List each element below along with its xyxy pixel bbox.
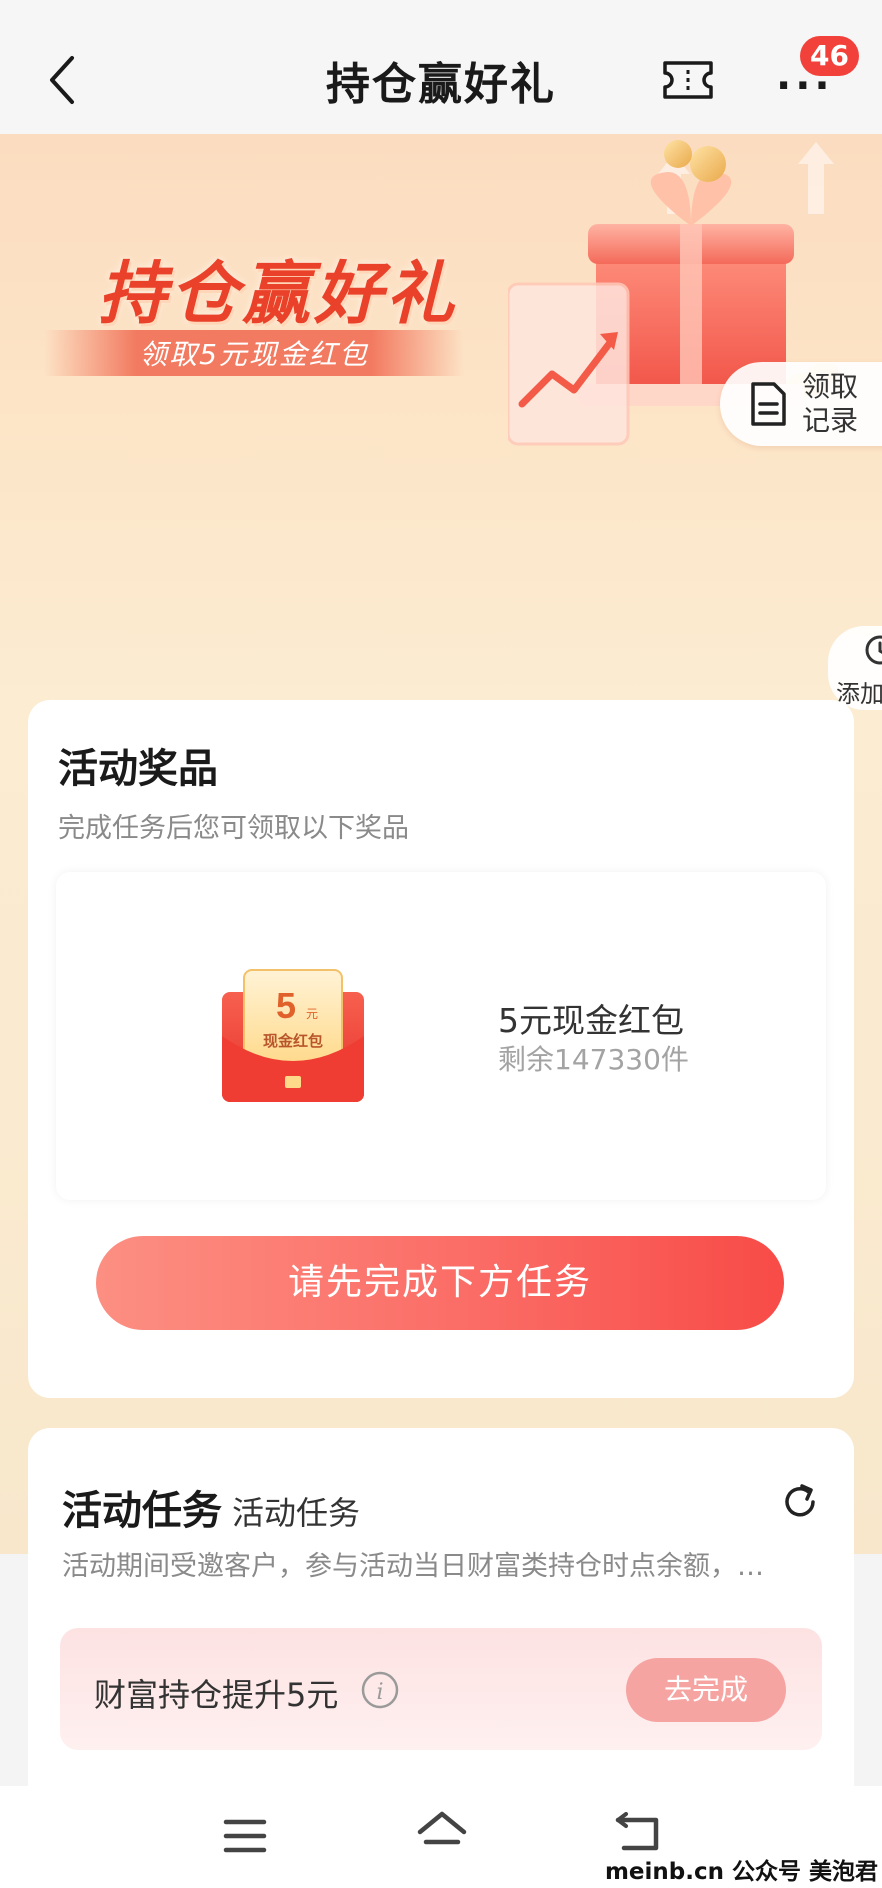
svg-text:i: i xyxy=(376,1680,383,1705)
envelope-amount: 5 xyxy=(276,985,296,1026)
prize-name: 5元现金红包 xyxy=(498,1001,684,1040)
task-item: 财富持仓提升5元 i 去完成 xyxy=(60,1628,822,1750)
hero-subtitle: 领取5元现金红包 xyxy=(139,338,369,371)
document-icon xyxy=(748,380,788,428)
prize-card: 活动奖品 完成任务后您可领取以下奖品 5 元 现金红包 5元现金红包 剩余147… xyxy=(28,700,854,1398)
prize-card-title: 活动奖品 xyxy=(58,746,218,792)
notification-badge: 46 xyxy=(800,36,859,76)
prize-card-description: 完成任务后您可领取以下奖品 xyxy=(58,813,409,844)
clock-icon xyxy=(864,634,882,666)
complete-tasks-button[interactable]: 请先完成下方任务 xyxy=(96,1236,784,1330)
task-card-description: 活动期间受邀客户，参与活动当日财富类持仓时点余额，… xyxy=(62,1551,764,1582)
task-go-button[interactable]: 去完成 xyxy=(626,1658,786,1722)
prize-item: 5 元 现金红包 5元现金红包 剩余147330件 xyxy=(56,872,826,1200)
home-icon[interactable] xyxy=(416,1808,468,1858)
prize-remaining-count: 剩余147330件 xyxy=(498,1043,689,1076)
add-shortcut-button[interactable]: 添加 xyxy=(828,626,882,710)
menu-icon[interactable] xyxy=(222,1816,268,1856)
envelope-unit: 元 xyxy=(306,1007,318,1021)
claim-record-button[interactable]: 领取记录 xyxy=(720,362,882,446)
hero-title: 持仓赢好礼 xyxy=(98,255,459,334)
refresh-icon[interactable] xyxy=(780,1482,820,1522)
page-title: 持仓赢好礼 xyxy=(326,59,556,110)
back-icon[interactable] xyxy=(614,1812,662,1856)
info-icon[interactable]: i xyxy=(360,1670,400,1710)
watermark: meinb.cn 公众号 美泡君 xyxy=(604,1859,878,1885)
ticket-icon[interactable] xyxy=(662,60,714,100)
top-header: 持仓赢好礼 ··· 46 xyxy=(0,0,882,134)
envelope-caption: 现金红包 xyxy=(263,1032,323,1050)
task-item-label: 财富持仓提升5元 xyxy=(94,1676,339,1714)
task-card-subtitle: 活动任务 xyxy=(232,1494,361,1532)
task-card-title: 活动任务 xyxy=(62,1488,222,1534)
claim-record-label: 领取记录 xyxy=(802,370,859,437)
red-envelope-icon: 5 元 现金红包 xyxy=(218,966,368,1106)
